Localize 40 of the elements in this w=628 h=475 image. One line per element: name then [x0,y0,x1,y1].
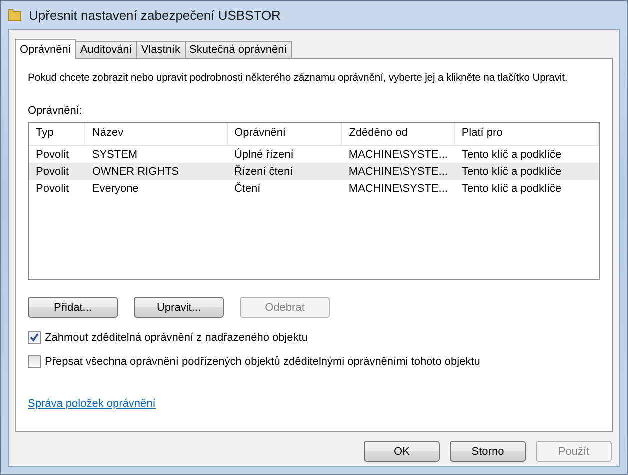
table-cell-text: Tento klíč a podklíče [460,166,563,178]
action-button[interactable]: Přidat... [28,297,118,318]
column-header[interactable]: Typ [29,123,86,145]
dialog-button[interactable]: Storno [450,441,526,462]
table-cell-text: Povolit [35,166,70,178]
intro-text: Pokud chcete zobrazit nebo upravit podrobnosti některého záznamu oprávnění, vyberte jej a klikněte na tlačítko Upravit. [28,72,569,86]
table-row[interactable]: Povolit Everyone Čtení MACHINE\SYSTE... Tento klíč a podklíče [29,180,599,197]
table-cell-text: Tento klíč a podklíče [460,148,563,160]
column-header[interactable]: Zděděno od [342,123,455,145]
table-cell-text: MACHINE\SYSTE... [348,166,449,178]
checkbox-label: Zahmout zděditelná oprávnění z nadřazeného objektu [45,332,308,344]
tab[interactable]: Skutečná oprávnění [184,41,292,58]
table-cell-text: OWNER RIGHTS [91,166,180,178]
table-cell-text: Řízení čtení [233,166,294,178]
table-cell-text: SYSTEM [91,148,139,160]
checkbox[interactable] [28,355,41,368]
tab[interactable]: Oprávnění [15,39,76,59]
table-row[interactable]: Povolit OWNER RIGHTS Řízení čtení MACHINE\SYSTE... Tento klíč a podklíče [29,163,599,180]
permissions-label: Oprávnění: [28,105,84,117]
dialog-button[interactable]: OK [364,441,440,462]
window-title: Upřesnit nastavení zabezpečení USBSTOR [29,8,281,22]
column-header[interactable]: Platí pro [454,123,600,145]
table-cell-text: Tento klíč a podklíče [460,182,563,194]
table-cell-text: Čtení [233,182,262,194]
table-cell-text: Povolit [35,148,70,160]
manage-permissions-link[interactable]: Správa položek oprávnění [28,398,156,410]
folder-icon [7,7,23,23]
table-cell-text: Úplné řízení [233,148,295,160]
column-header[interactable]: Oprávnění [228,123,342,145]
table-row[interactable]: Povolit SYSTEM Úplné řízení MACHINE\SYSTE... Tento klíč a podklíče [29,146,599,163]
table-cell-text: MACHINE\SYSTE... [348,182,449,194]
table-cell-text: Povolit [35,182,70,194]
table-cell-text: MACHINE\SYSTE... [348,148,449,160]
tab[interactable]: Vlastník [136,41,186,58]
table-cell-text: Everyone [91,182,140,194]
column-header[interactable]: Název [85,123,228,145]
checkbox[interactable] [28,331,41,344]
action-button[interactable]: Upravit... [134,297,224,318]
tab[interactable]: Auditování [75,41,138,58]
checkbox-label: Přepsat všechna oprávnění podřízených objektů zděditelnými oprávněními tohoto objektu [45,356,480,368]
